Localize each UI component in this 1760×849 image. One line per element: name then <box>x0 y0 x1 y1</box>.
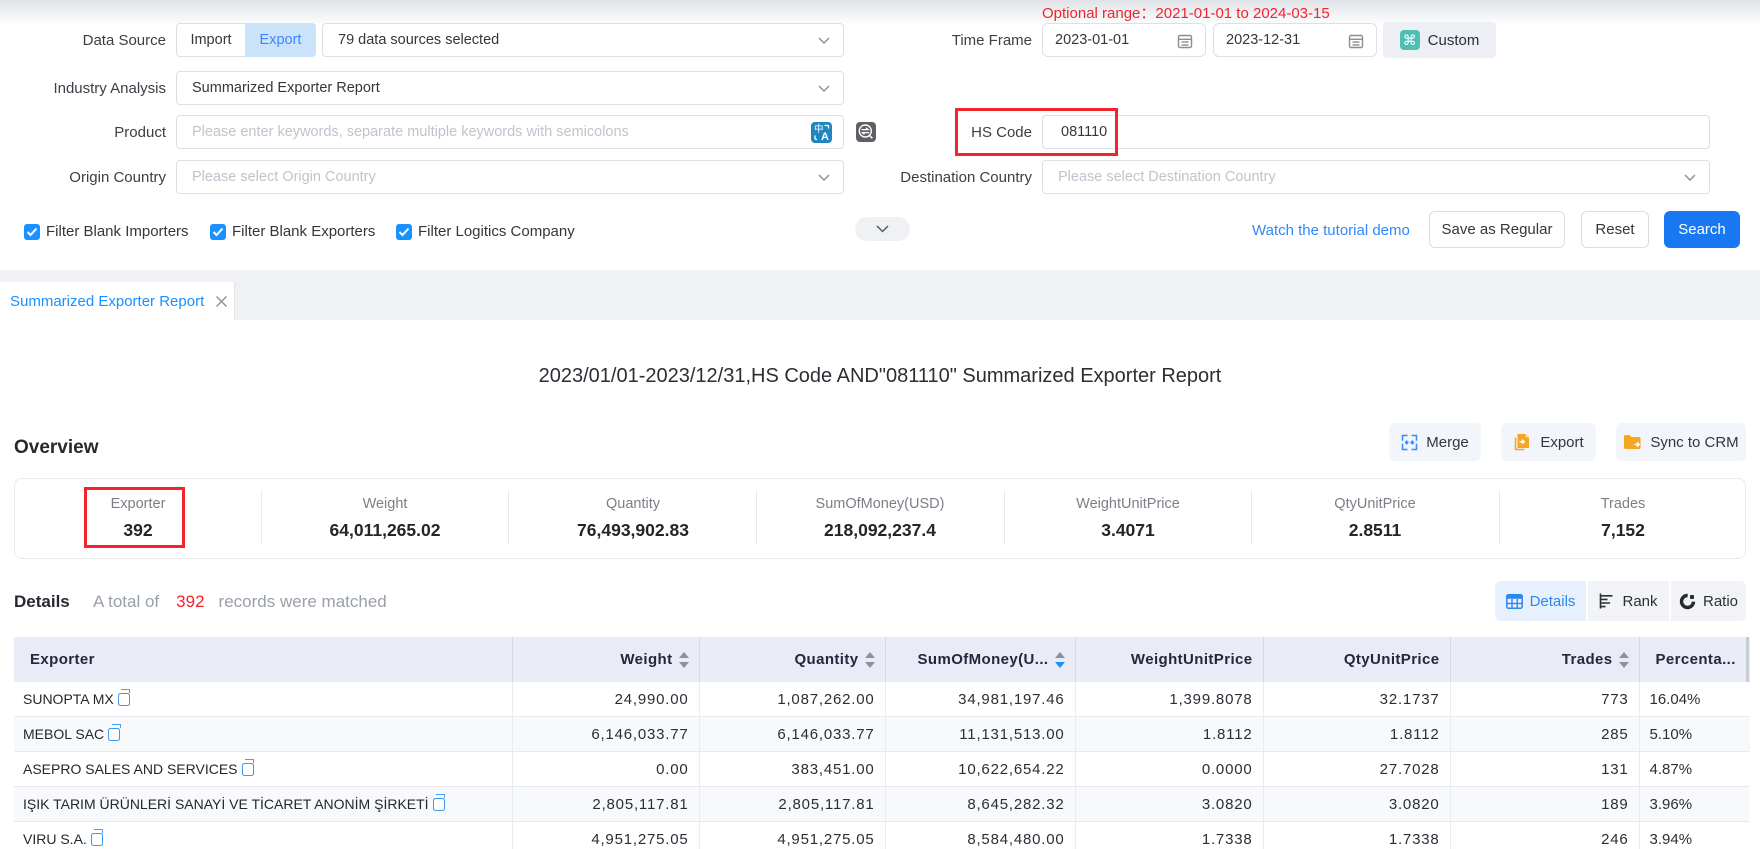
svg-text:A: A <box>821 131 829 143</box>
